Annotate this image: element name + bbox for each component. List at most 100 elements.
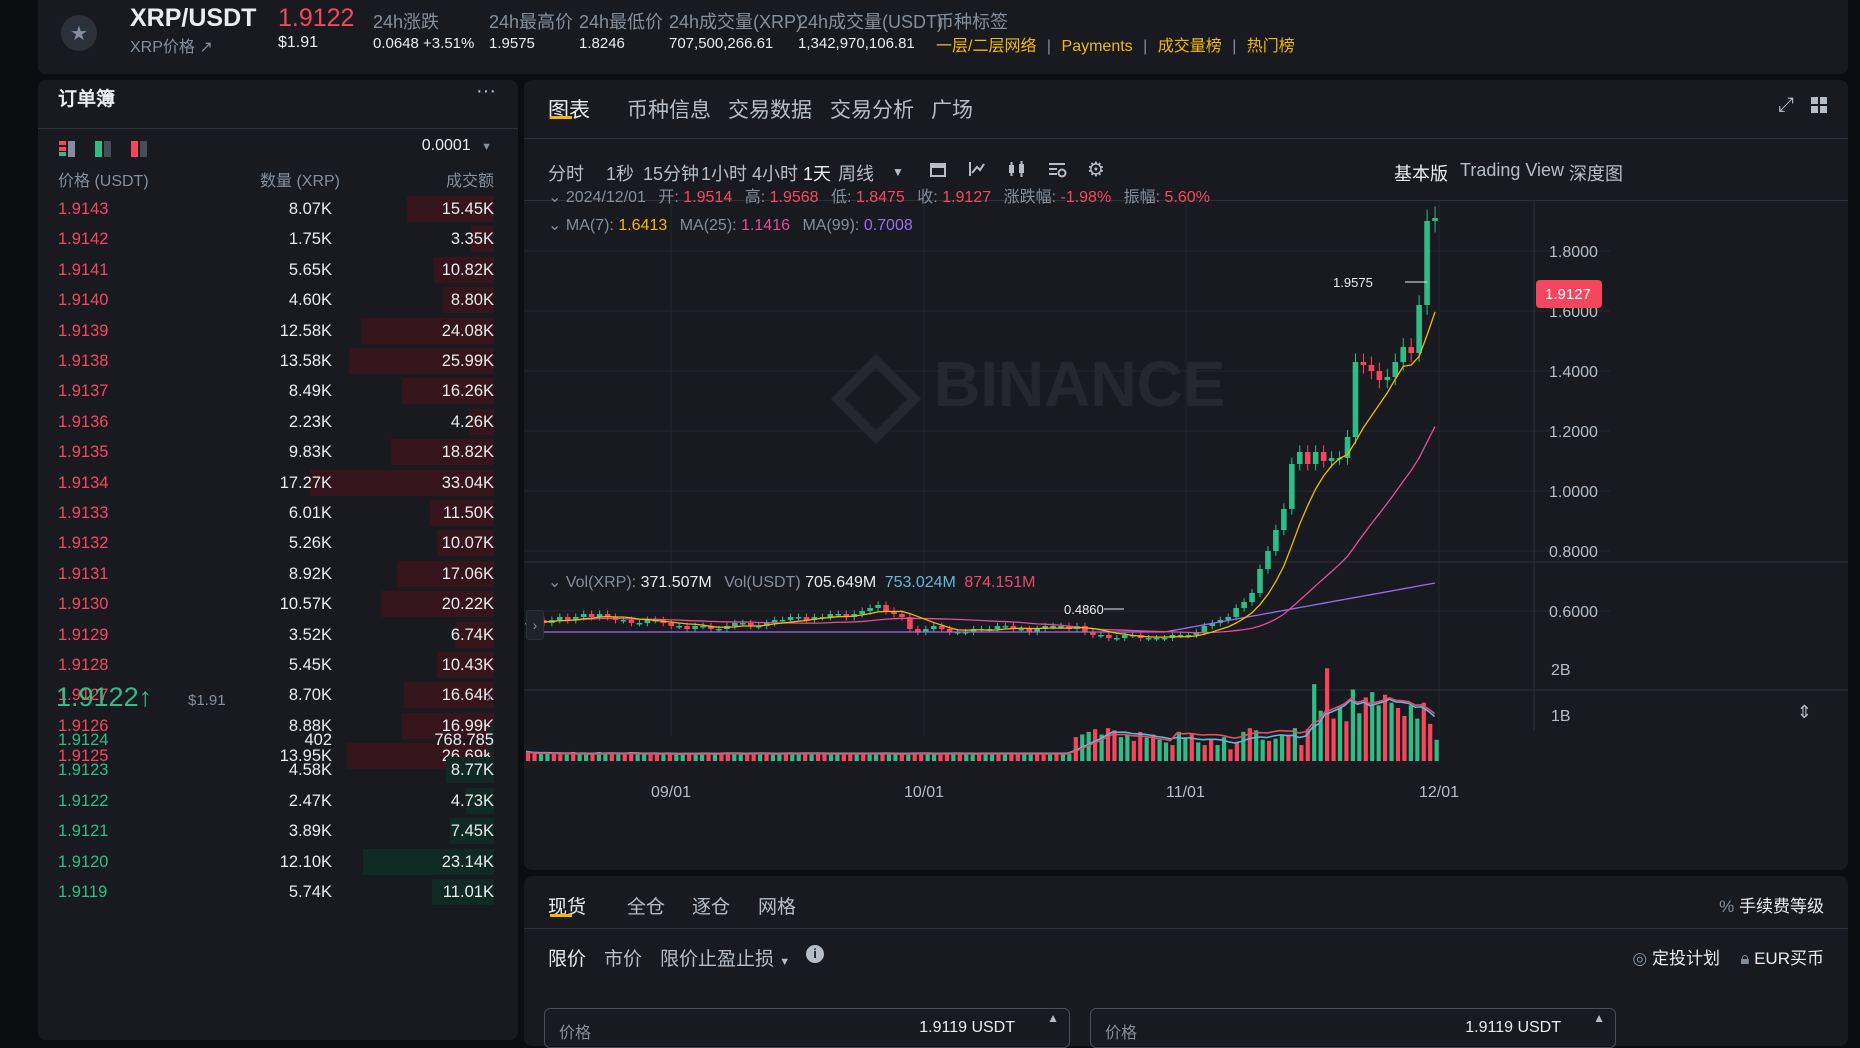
tab-chart[interactable]: 图表	[548, 94, 590, 124]
bid-row[interactable]: 1.9121 3.89K 7.45K	[38, 816, 518, 846]
precision-select[interactable]: 0.0001 ▼	[422, 137, 492, 155]
favorite-star-icon[interactable]: ★	[61, 15, 97, 51]
time-axis-label: 11/01	[1166, 784, 1205, 801]
ask-row[interactable]: 1.9129 3.52K 6.74K	[38, 620, 518, 650]
row-total: 16.26K	[441, 382, 494, 401]
bid-row[interactable]: 1.9123 4.58K 8.77K	[38, 755, 518, 785]
tag-hot[interactable]: 热门榜	[1247, 38, 1295, 55]
row-total: 8.77K	[450, 761, 494, 780]
increment-icon[interactable]: ▲	[1047, 1011, 1059, 1025]
coin-tags: 一层/二层网络 | Payments | 成交量榜 | 热门榜	[936, 32, 1295, 56]
increment-icon[interactable]: ▲	[1593, 1011, 1605, 1025]
candle-body	[1098, 635, 1104, 637]
tab-isolated[interactable]: 逐仓	[692, 892, 730, 919]
bid-row[interactable]: 1.9122 2.47K 4.73K	[38, 786, 518, 816]
row-price: 1.9141	[58, 260, 109, 279]
order-type-limit[interactable]: 限价	[548, 944, 586, 971]
vol-ma1-line	[525, 698, 1436, 755]
ask-row[interactable]: 1.9136 2.23K 4.26K	[38, 407, 518, 437]
view-tradingview[interactable]: Trading View	[1460, 160, 1564, 181]
collapse-chevron-icon[interactable]: ⌄	[548, 574, 561, 591]
view-asks-icon[interactable]	[130, 140, 148, 163]
order-type-stop-limit[interactable]: 限价止盈止损 ▼	[660, 944, 790, 971]
view-both-icon[interactable]	[58, 140, 76, 163]
candle-body	[636, 623, 643, 625]
bid-row[interactable]: 1.9124 402 768.785	[38, 725, 518, 755]
ask-row[interactable]: 1.9132 5.26K 10.07K	[38, 528, 518, 558]
volume-bar	[1363, 697, 1368, 761]
buy-price-input[interactable]: 价格 1.9119 USDT ▲	[544, 1008, 1070, 1048]
tab-trade-analysis[interactable]: 交易分析	[830, 94, 914, 124]
ask-row[interactable]: 1.9134 17.27K 33.04K	[38, 468, 518, 498]
ask-row[interactable]: 1.9138 13.58K 25.99K	[38, 346, 518, 376]
price-chart[interactable]: BINANCE1.95750.48601.80001.60001.40001.2…	[524, 201, 1848, 811]
candle-body	[883, 605, 889, 611]
chevron-right-icon[interactable]: ›	[486, 686, 492, 707]
ticker-bar: ★ XRP/USDT XRP价格 ↗ 1.9122 $1.91 24h涨跌 0.…	[38, 0, 1848, 74]
tab-trade-data[interactable]: 交易数据	[728, 94, 812, 124]
candle-body	[875, 605, 881, 608]
ask-row[interactable]: 1.9131 8.92K 17.06K	[38, 559, 518, 589]
candle-style-icon[interactable]	[1007, 160, 1027, 183]
view-depth[interactable]: 深度图	[1569, 160, 1623, 186]
view-basic[interactable]: 基本版	[1394, 160, 1448, 186]
volume-bar	[1292, 728, 1297, 761]
expand-panel-icon[interactable]: ›	[526, 610, 544, 640]
volume-bar	[1170, 745, 1175, 761]
interval-dropdown-icon[interactable]: ▼	[892, 165, 904, 179]
reset-scale-icon[interactable]: ⇕	[1797, 702, 1812, 723]
settings-gear-icon[interactable]: ⚙	[1087, 157, 1105, 182]
precision-value: 0.0001	[421, 137, 471, 154]
order-type-market[interactable]: 市价	[604, 944, 642, 971]
ask-row[interactable]: 1.9130 10.57K 20.22K	[38, 589, 518, 619]
lock-icon: 🔒︎	[1740, 949, 1750, 968]
candle-body	[859, 611, 865, 614]
ask-row[interactable]: 1.9128 5.45K 10.43K	[38, 650, 518, 680]
ask-row[interactable]: 1.9143 8.07K 15.45K	[38, 194, 518, 224]
row-total: 7.45K	[450, 822, 494, 841]
tag-layer[interactable]: 一层/二层网络	[936, 38, 1036, 55]
info-icon[interactable]: i	[806, 945, 824, 963]
drawing-tools-icon[interactable]	[1047, 160, 1067, 183]
coin-price-link[interactable]: XRP价格 ↗	[130, 33, 213, 57]
ask-row[interactable]: 1.9133 6.01K 11.50K	[38, 498, 518, 528]
ask-row[interactable]: 1.9141 5.65K 10.82K	[38, 255, 518, 285]
fullscreen-icon[interactable]: ⤢	[1778, 94, 1794, 117]
stat-label-low: 24h最低价	[579, 12, 664, 32]
candle-body	[930, 626, 937, 629]
ask-row[interactable]: 1.9135 9.83K 18.82K	[38, 437, 518, 467]
layout-grid-icon[interactable]	[1810, 96, 1828, 119]
ask-row[interactable]: 1.9142 1.75K 3.35K	[38, 224, 518, 254]
ask-row[interactable]: 1.9139 12.58K 24.08K	[38, 316, 518, 346]
sell-price-input[interactable]: 价格 1.9119 USDT ▲	[1090, 1008, 1616, 1048]
indicator-icon[interactable]	[968, 160, 986, 183]
tag-volume[interactable]: 成交量榜	[1158, 38, 1222, 55]
price-axis-label: 1.0000	[1549, 484, 1598, 501]
view-bids-icon[interactable]	[94, 140, 112, 163]
volume-bar	[764, 753, 769, 761]
volume-bar	[899, 754, 904, 761]
tab-cross[interactable]: 全仓	[627, 892, 665, 919]
candle-body	[795, 617, 802, 619]
tab-coin-info[interactable]: 币种信息	[627, 94, 711, 124]
bid-row[interactable]: 1.9120 12.10K 23.14K	[38, 847, 518, 877]
volume-bar	[1163, 742, 1169, 761]
tab-grid[interactable]: 网格	[758, 892, 796, 919]
row-total: 18.82K	[441, 443, 494, 462]
fee-level-button[interactable]: % 手续费等级	[1719, 892, 1824, 917]
time-axis-label: 12/01	[1419, 784, 1459, 801]
dca-plan-button[interactable]: ◎ 定投计划	[1632, 944, 1720, 969]
volume-bar	[1299, 745, 1304, 761]
ask-row[interactable]: 1.9137 8.49K 16.26K	[38, 376, 518, 406]
orderbook-more-icon[interactable]: ···	[476, 80, 496, 103]
candle-body	[1153, 638, 1160, 640]
ask-row[interactable]: 1.9140 4.60K 8.80K	[38, 285, 518, 315]
eur-buy-button[interactable]: 🔒︎ EUR买币	[1740, 944, 1824, 969]
volume-bar	[1337, 708, 1343, 761]
row-price: 1.9123	[58, 761, 109, 780]
tab-square[interactable]: 广场	[931, 94, 973, 124]
tag-payments[interactable]: Payments	[1062, 38, 1133, 55]
calendar-icon[interactable]	[929, 160, 947, 183]
current-price-tag: 1.9127	[1545, 286, 1591, 303]
bid-row[interactable]: 1.9119 5.74K 11.01K	[38, 877, 518, 907]
